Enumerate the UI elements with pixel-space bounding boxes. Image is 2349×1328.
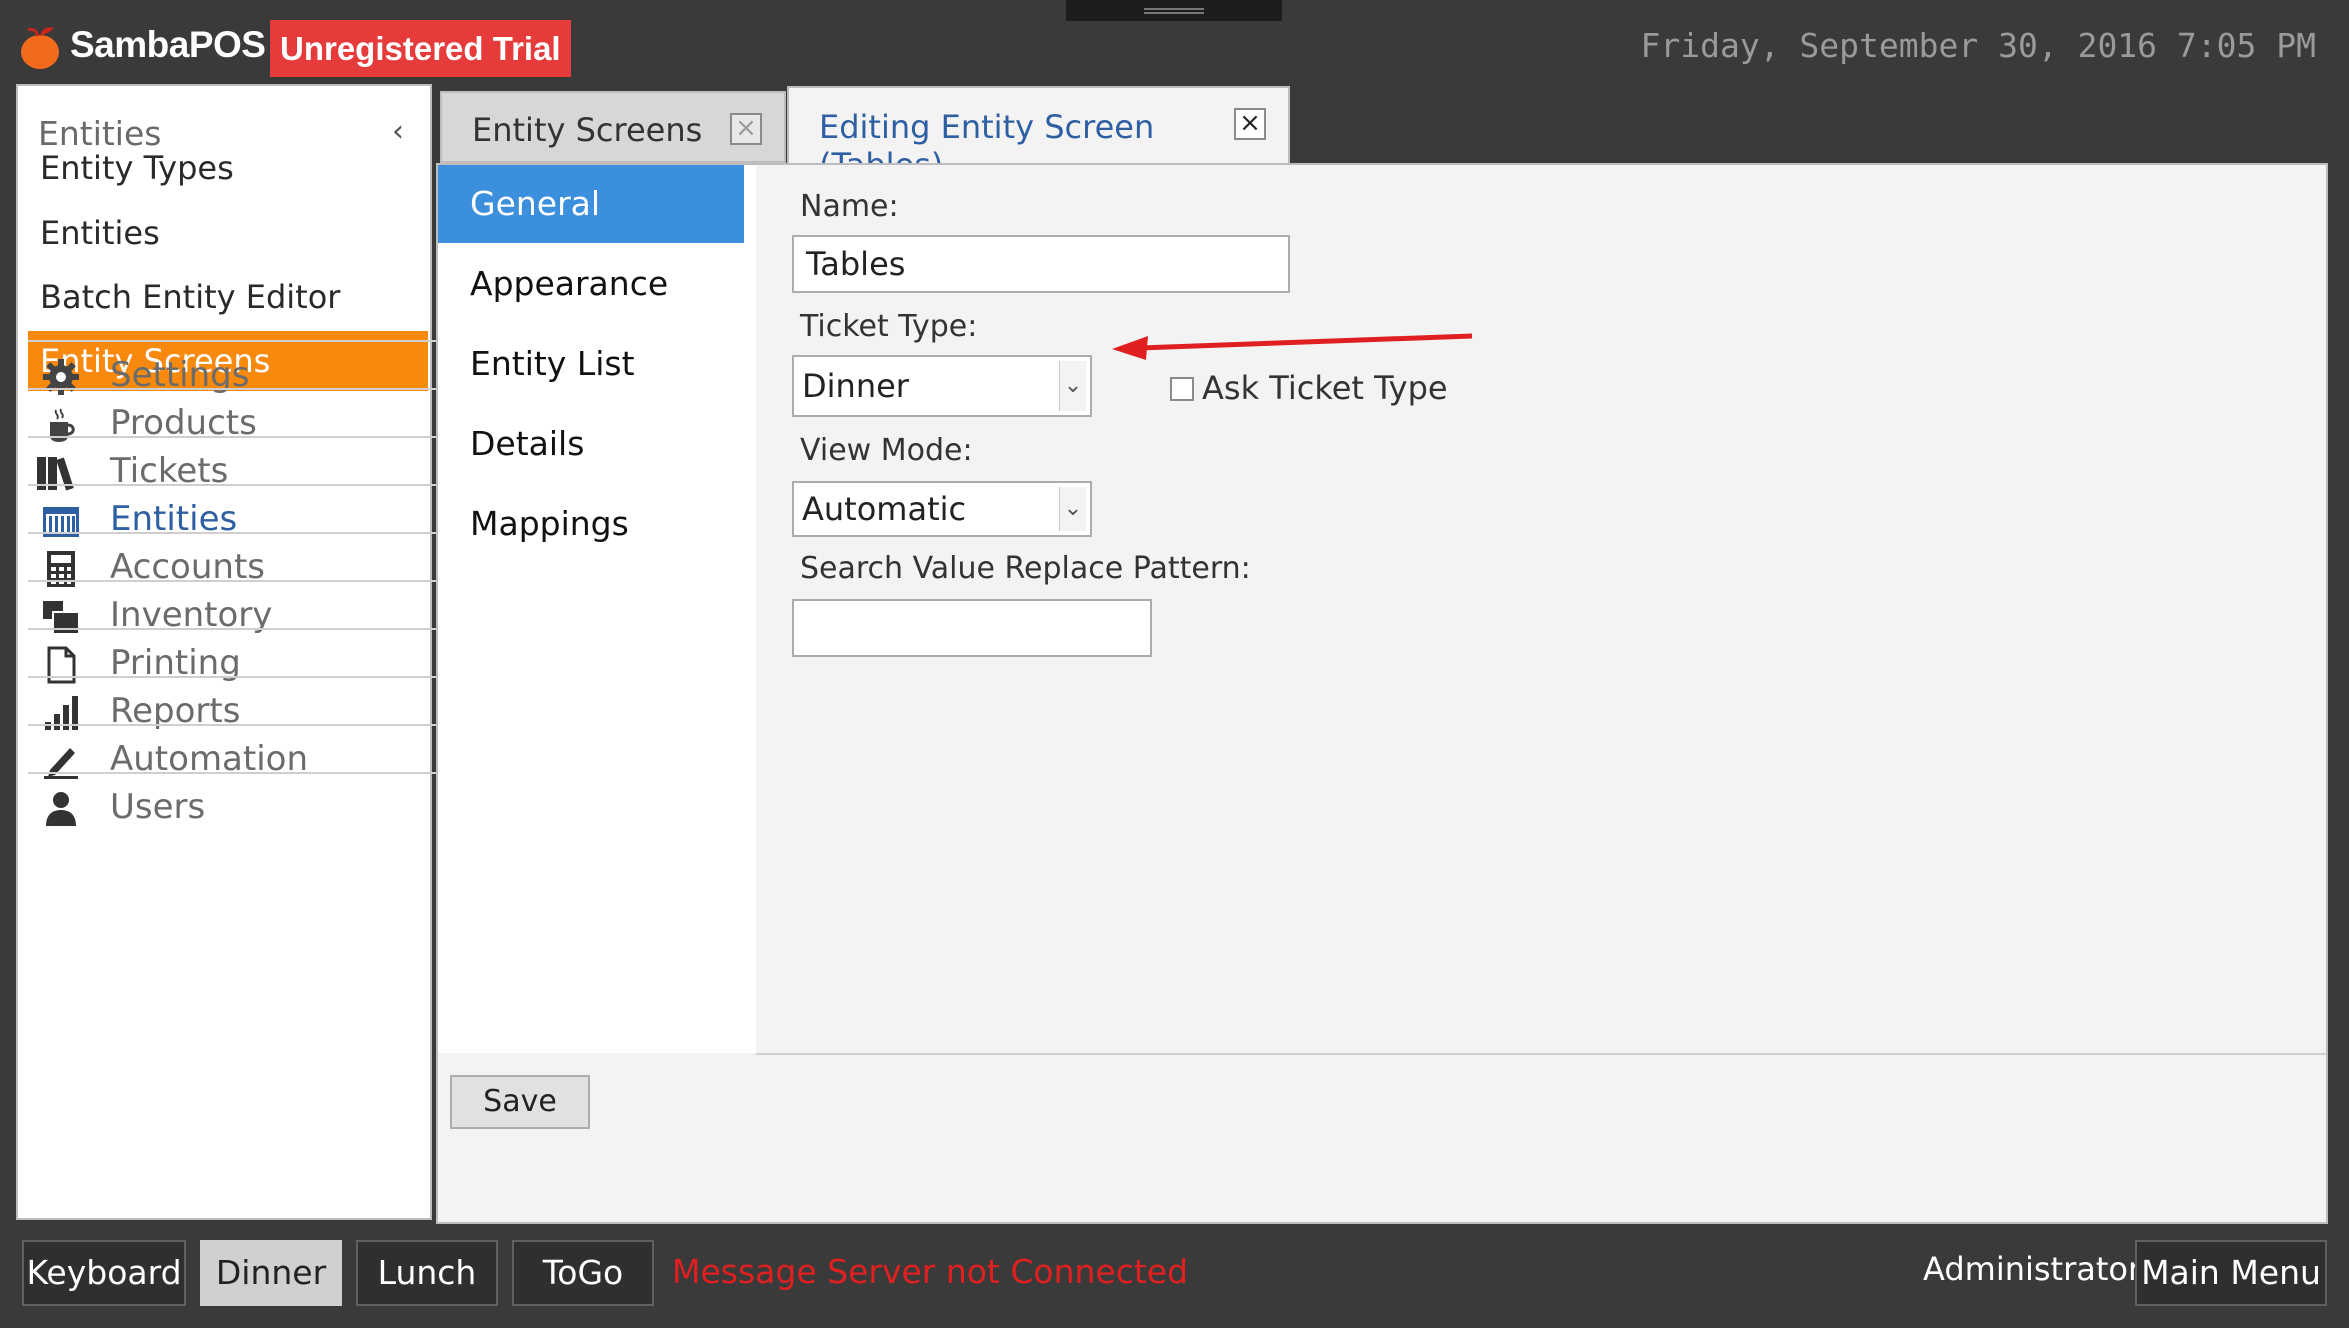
togo-button[interactable]: ToGo: [512, 1240, 654, 1306]
editor-panel: General Settings Appearance Entity List …: [436, 163, 2328, 1224]
sidebar-item-entities[interactable]: Entities: [28, 203, 428, 263]
save-button[interactable]: Save: [450, 1075, 590, 1129]
orange-logo-icon: [21, 27, 59, 69]
view-mode-select[interactable]: Automatic ⌄: [792, 481, 1092, 537]
nav-label: Users: [110, 787, 206, 827]
datetime-display: Friday, September 30, 2016 7:05 PM: [1640, 26, 2316, 65]
sidebar-item-entity-types[interactable]: Entity Types: [28, 138, 428, 198]
sidebar: Entities ‹ Entity Types Entities Batch E…: [16, 84, 438, 1220]
tab-entity-screens[interactable]: Entity Screens ×: [440, 91, 786, 163]
ask-ticket-type-checkbox[interactable]: [1170, 377, 1194, 401]
general-settings-form: Name: Tables Ticket Type: Dinner ⌄ Ask T…: [756, 165, 2326, 1055]
status-bar: Keyboard Dinner Lunch ToGo Message Serve…: [0, 1232, 2349, 1328]
main-menu-button[interactable]: Main Menu: [2135, 1240, 2327, 1306]
tab-editing-entity-screen[interactable]: Editing Entity Screen (Tables) ×: [787, 86, 1290, 184]
ticket-type-label: Ticket Type:: [800, 309, 978, 344]
section-entity-list[interactable]: Entity List: [438, 325, 756, 403]
ask-ticket-type-label: Ask Ticket Type: [1202, 369, 1448, 407]
annotation-arrow-icon: [1112, 333, 1473, 360]
section-nav: General Settings Appearance Entity List …: [438, 165, 758, 1053]
sidebar-item-batch-entity-editor[interactable]: Batch Entity Editor: [28, 267, 428, 327]
connection-status-message: Message Server not Connected: [672, 1252, 1189, 1291]
section-details[interactable]: Details: [438, 405, 756, 483]
chevron-down-icon: ⌄: [1059, 487, 1086, 531]
search-pattern-label: Search Value Replace Pattern:: [800, 551, 1251, 586]
app-brand: SambaPOS: [70, 24, 266, 65]
chevron-down-icon: ⌄: [1059, 361, 1086, 411]
window-drag-handle[interactable]: [1066, 0, 1282, 21]
keyboard-button[interactable]: Keyboard: [22, 1240, 186, 1306]
section-mappings[interactable]: Mappings: [438, 485, 756, 563]
nav-users[interactable]: Users: [28, 772, 438, 842]
current-user-label: Administrator: [1923, 1250, 2142, 1288]
user-icon: [46, 792, 76, 826]
close-tab-icon[interactable]: ×: [1234, 108, 1266, 140]
section-appearance[interactable]: Appearance: [438, 245, 756, 323]
dinner-button[interactable]: Dinner: [200, 1240, 342, 1306]
ticket-type-select[interactable]: Dinner ⌄: [792, 355, 1092, 417]
close-tab-icon[interactable]: ×: [730, 113, 762, 145]
ticket-type-value: Dinner: [802, 367, 909, 405]
title-bar: SambaPOS Unregistered Trial Friday, Sept…: [0, 0, 2349, 82]
lunch-button[interactable]: Lunch: [356, 1240, 498, 1306]
trial-badge: Unregistered Trial: [270, 20, 571, 77]
name-label: Name:: [800, 189, 899, 224]
name-input[interactable]: Tables: [792, 235, 1290, 293]
tab-label: Entity Screens: [472, 111, 703, 149]
view-mode-label: View Mode:: [800, 433, 973, 468]
search-pattern-input[interactable]: [792, 599, 1152, 657]
view-mode-value: Automatic: [802, 490, 967, 528]
section-general-settings[interactable]: General Settings: [438, 165, 744, 301]
